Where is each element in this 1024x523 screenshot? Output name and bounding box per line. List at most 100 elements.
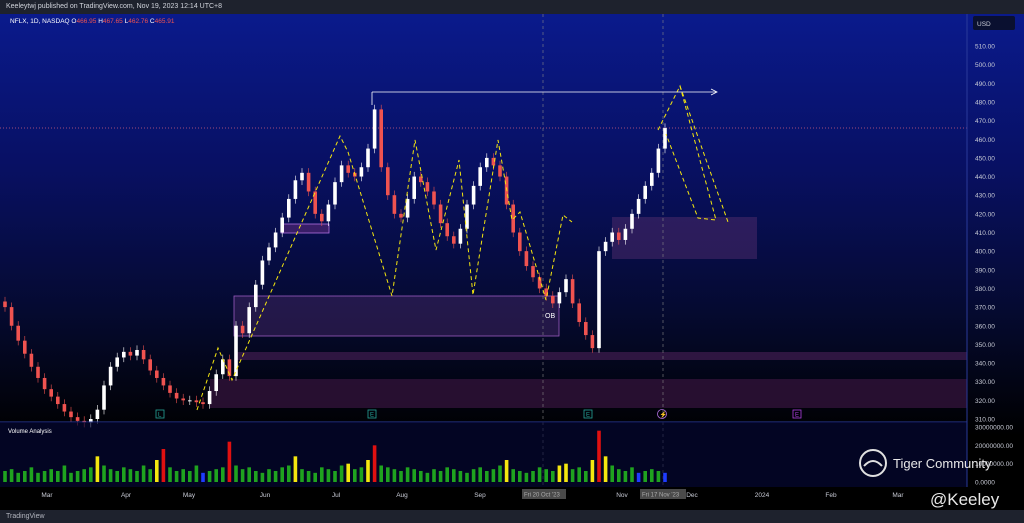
- candle-body: [557, 292, 562, 304]
- candle-body: [122, 351, 126, 358]
- volume-bar: [188, 471, 192, 482]
- candle-body: [62, 404, 67, 412]
- candle-body: [623, 228, 628, 240]
- order-block-zone: [233, 295, 560, 337]
- price-tick-label: 390.00: [975, 267, 995, 274]
- candle-body: [392, 195, 397, 214]
- candle-body: [333, 182, 337, 205]
- candle-body: [306, 172, 311, 192]
- candle-body: [465, 204, 469, 229]
- event-marker-earnings-future[interactable]: E: [795, 413, 799, 419]
- candle-body: [168, 385, 172, 393]
- candle-body: [438, 204, 443, 224]
- volume-bar: [115, 471, 119, 482]
- chart-area[interactable]: OB L E E ⚡ E Volume Analysis USD 510.00 5…: [0, 14, 1024, 510]
- candle-body: [372, 109, 377, 149]
- chart-svg[interactable]: OB L E E ⚡ E Volume Analysis USD 510.005…: [0, 14, 1024, 510]
- event-marker-earnings[interactable]: E: [370, 413, 374, 419]
- volume-tick-label: 30000000.00: [975, 425, 1013, 432]
- volume-bar: [3, 471, 7, 482]
- candle-body: [518, 232, 522, 252]
- candle-body: [188, 400, 192, 402]
- time-tick-label: Mar: [41, 492, 53, 499]
- crosshair-date-nov: Fri 17 Nov '23: [642, 493, 680, 499]
- volume-bar: [23, 471, 27, 482]
- volume-bar: [577, 467, 581, 482]
- volume-bar: [141, 465, 146, 482]
- volume-bar: [128, 469, 133, 482]
- candle-body: [643, 185, 647, 199]
- volume-bar: [201, 472, 205, 482]
- candle-body: [29, 353, 34, 367]
- volume-bar: [168, 467, 172, 482]
- volume-bar: [207, 471, 212, 482]
- volume-bar: [254, 471, 258, 482]
- price-tick-label: 510.00: [975, 44, 995, 51]
- candle-body: [36, 366, 40, 378]
- candle-body: [42, 377, 47, 390]
- time-tick-label: May: [183, 492, 196, 499]
- price-tick-label: 430.00: [975, 193, 995, 200]
- volume-bar: [161, 449, 166, 482]
- candle-body: [617, 232, 621, 240]
- candle-body: [524, 251, 529, 267]
- watermark-brand: Tiger Community: [893, 456, 992, 471]
- candle-body: [366, 148, 370, 168]
- candle-body: [603, 241, 608, 252]
- volume-bar: [584, 471, 588, 482]
- candles-group: [3, 104, 667, 428]
- volume-bar: [570, 469, 575, 482]
- volume-bar: [148, 469, 152, 482]
- candle-body: [273, 232, 278, 248]
- candle-body: [56, 396, 60, 405]
- volume-bar: [122, 467, 126, 482]
- volume-bar: [95, 456, 100, 482]
- volume-bar: [240, 469, 245, 482]
- time-tick-label: Apr: [121, 492, 132, 499]
- volume-bar: [339, 465, 344, 482]
- candle-body: [432, 191, 436, 205]
- ob-label: OB: [545, 313, 555, 320]
- volume-bar: [36, 472, 40, 482]
- candle-body: [287, 198, 291, 218]
- volume-bar: [399, 471, 403, 482]
- candle-body: [102, 385, 106, 410]
- volume-bar: [485, 471, 489, 482]
- tradingview-logo[interactable]: TradingView: [6, 513, 45, 520]
- lightning-icon[interactable]: ⚡: [660, 411, 667, 419]
- candle-body: [300, 172, 304, 181]
- projection-path-past: [196, 134, 573, 411]
- time-axis[interactable]: [0, 487, 1024, 510]
- candle-body: [75, 417, 80, 421]
- support-zone-band: [237, 352, 967, 360]
- open-value: 466.95: [76, 18, 97, 25]
- volume-bar: [89, 467, 93, 482]
- candle-body: [16, 325, 20, 341]
- candle-body: [194, 400, 199, 403]
- candle-body: [174, 392, 179, 399]
- low-value: 462.76: [128, 18, 149, 25]
- volume-bar: [511, 469, 515, 482]
- volume-bar: [557, 465, 562, 482]
- candle-body: [636, 198, 641, 214]
- volume-bar: [630, 467, 634, 482]
- event-marker-earnings[interactable]: E: [586, 413, 590, 419]
- price-tick-label: 350.00: [975, 342, 995, 349]
- price-axis[interactable]: 510.00 500.00 490.00 480.00 470.00 460.00 450.…: [975, 44, 995, 424]
- volume-bar: [69, 472, 73, 482]
- volume-bar: [465, 472, 469, 482]
- volume-bar: [62, 465, 67, 482]
- volume-bar: [471, 469, 476, 482]
- volume-bar: [174, 471, 179, 482]
- candle-body: [267, 247, 271, 261]
- symbol-legend[interactable]: NFLX, 1D, NASDAQ O466.95 H467.65 L462.76…: [10, 18, 175, 25]
- candle-body: [115, 357, 119, 367]
- volume-bar: [320, 467, 324, 482]
- candle-body: [584, 322, 588, 336]
- volume-bar: [313, 472, 317, 482]
- volume-bar: [273, 471, 278, 482]
- volume-bar: [650, 469, 654, 482]
- volume-bar: [452, 469, 456, 482]
- candle-body: [320, 213, 324, 222]
- price-tick-label: 420.00: [975, 211, 995, 218]
